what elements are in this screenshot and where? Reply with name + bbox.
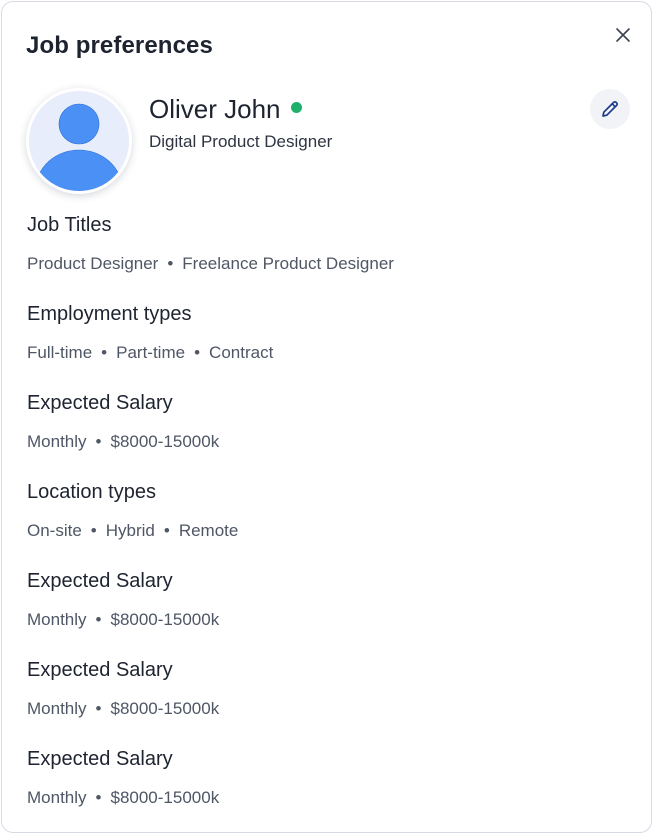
value-chip: Freelance Product Designer <box>182 254 394 273</box>
value-chip: Monthly <box>27 699 87 718</box>
separator: • <box>90 521 97 540</box>
section-expected-salary: Expected Salary Monthly • $8000-15000k <box>27 390 627 453</box>
value-chip: Hybrid <box>105 521 155 540</box>
section-expected-salary: Expected Salary Monthly • $8000-15000k <box>27 657 627 720</box>
edit-button[interactable] <box>590 89 630 129</box>
section-heading: Employment types <box>27 303 192 325</box>
close-button[interactable] <box>608 20 638 50</box>
value-chip: $8000-15000k <box>110 610 220 629</box>
value-chip: Monthly <box>27 610 87 629</box>
value-chip: Monthly <box>27 432 87 451</box>
section-heading: Location types <box>27 481 156 503</box>
separator: • <box>95 699 102 718</box>
separator: • <box>167 254 174 273</box>
separator: • <box>95 610 102 629</box>
value-chip: Monthly <box>27 788 87 807</box>
panel-title: Job preferences <box>26 32 213 59</box>
job-preferences-panel: Job preferences Oliver John Digital Prod… <box>1 1 652 833</box>
section-location-types: Location types On-site • Hybrid • Remote <box>27 479 627 542</box>
separator: • <box>194 343 201 362</box>
close-icon <box>616 28 630 42</box>
separator: • <box>163 521 170 540</box>
separator: • <box>95 432 102 451</box>
user-name-row: Oliver John <box>149 92 302 126</box>
pencil-icon <box>602 101 618 117</box>
section-expected-salary: Expected Salary Monthly • $8000-15000k <box>27 746 627 809</box>
value-chip: Full-time <box>27 343 93 362</box>
separator: • <box>95 788 102 807</box>
value-chip: Product Designer <box>27 254 159 273</box>
section-values: Monthly • $8000-15000k <box>27 431 627 453</box>
value-chip: $8000-15000k <box>110 788 220 807</box>
value-chip: $8000-15000k <box>110 432 220 451</box>
separator: • <box>101 343 108 362</box>
section-values: Product Designer • Freelance Product Desig… <box>27 253 627 275</box>
user-role: Digital Product Designer <box>149 132 333 151</box>
section-expected-salary: Expected Salary Monthly • $8000-15000k <box>27 568 627 631</box>
section-heading: Job Titles <box>27 214 112 236</box>
value-chip: Part-time <box>116 343 186 362</box>
value-chip: Contract <box>209 343 274 362</box>
section-heading: Expected Salary <box>27 748 173 770</box>
user-name: Oliver John <box>149 94 281 124</box>
section-values: On-site • Hybrid • Remote <box>27 520 627 542</box>
user-avatar-icon <box>29 91 129 191</box>
value-chip: $8000-15000k <box>110 699 220 718</box>
section-job-titles: Job Titles Product Designer • Freelance Pr… <box>27 212 627 275</box>
value-chip: Remote <box>178 521 239 540</box>
section-values: Monthly • $8000-15000k <box>27 698 627 720</box>
section-heading: Expected Salary <box>27 392 173 414</box>
section-employment-types: Employment types Full-time • Part-time • Con… <box>27 301 627 364</box>
section-values: Monthly • $8000-15000k <box>27 787 627 809</box>
avatar <box>26 88 132 194</box>
section-values: Monthly • $8000-15000k <box>27 609 627 631</box>
section-values: Full-time • Part-time • Contract <box>27 342 627 364</box>
value-chip: On-site <box>27 521 82 540</box>
online-status-dot <box>290 101 302 113</box>
section-heading: Expected Salary <box>27 659 173 681</box>
section-heading: Expected Salary <box>27 570 173 592</box>
